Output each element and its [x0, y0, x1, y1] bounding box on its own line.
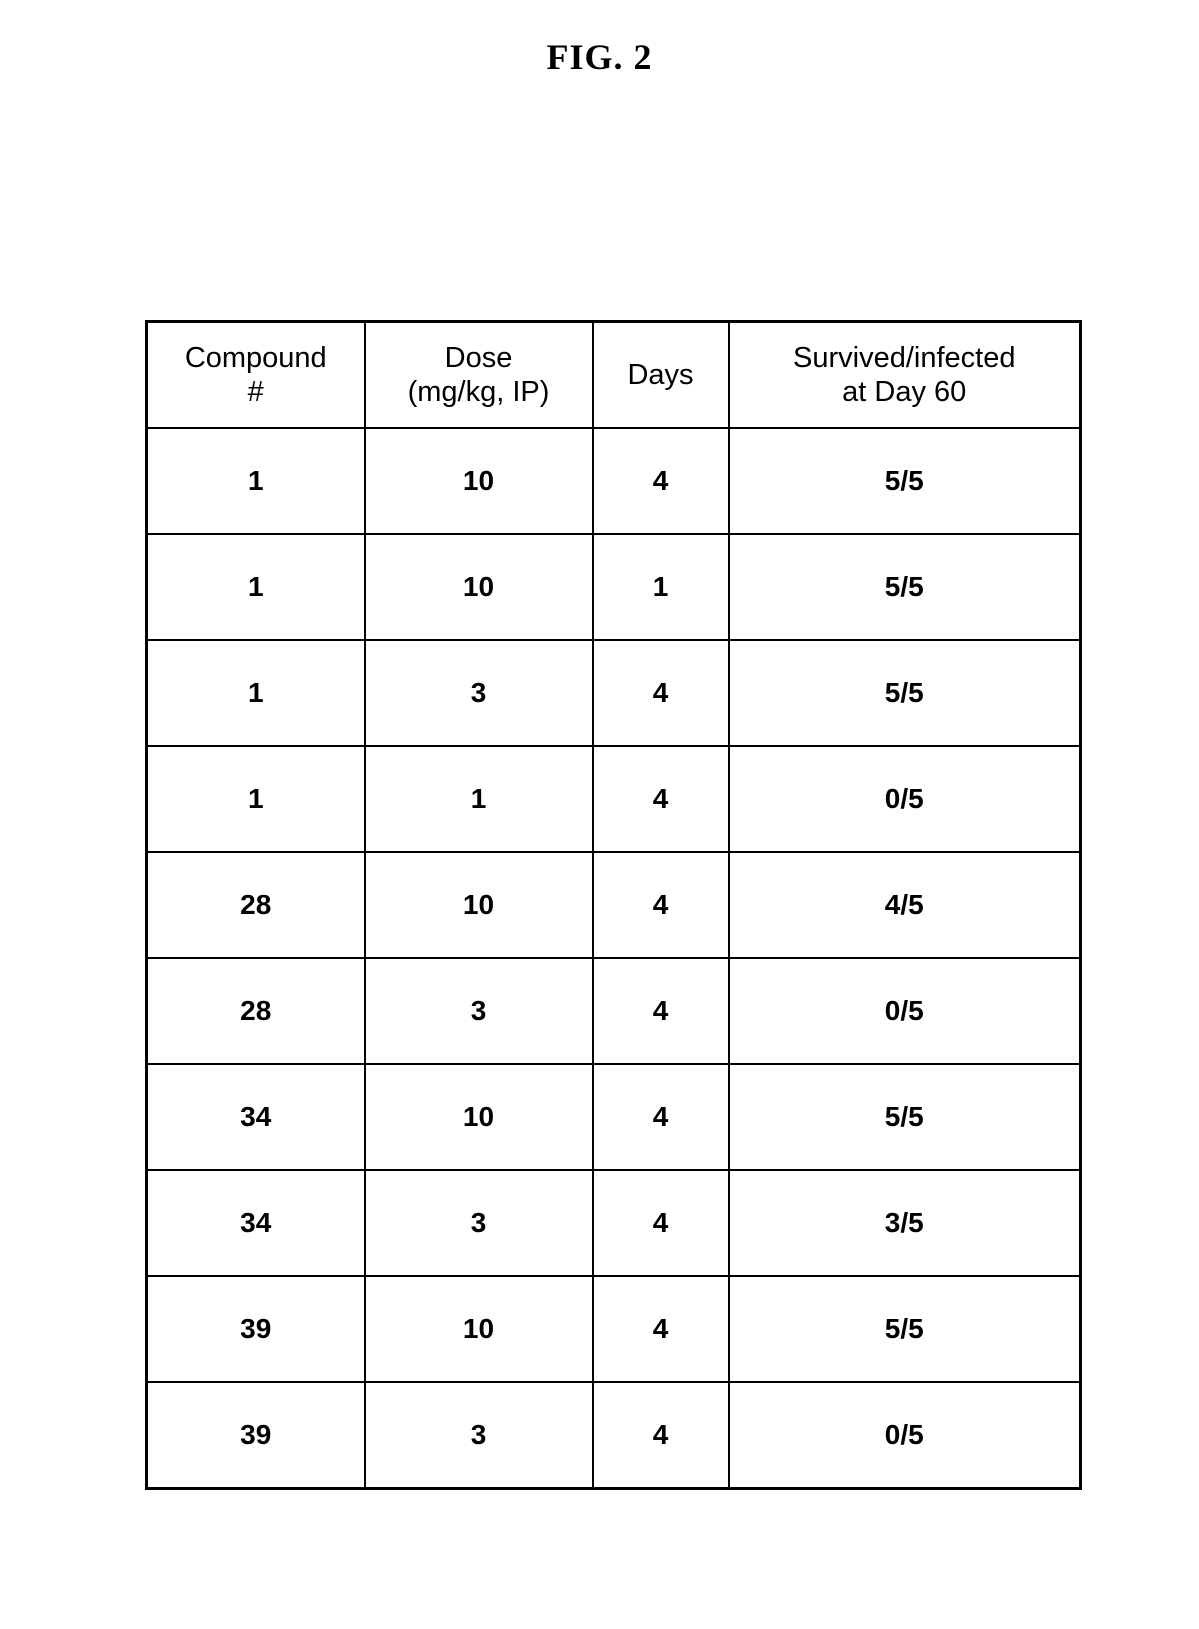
table-row: 39 3 4 0/5: [145, 1381, 1082, 1490]
cell-compound: 39: [145, 1275, 366, 1383]
cell-days: 4: [591, 1169, 730, 1277]
column-header-days-line1: Days: [627, 358, 694, 391]
cell-survived: 3/5: [727, 1169, 1082, 1277]
cell-dose: 3: [363, 1381, 594, 1490]
cell-dose: 10: [363, 1275, 594, 1383]
column-header-days: Days: [591, 320, 730, 429]
column-header-survived: Survived/infected at Day 60: [727, 320, 1082, 429]
cell-dose: 10: [363, 1063, 594, 1171]
cell-compound: 1: [145, 639, 366, 747]
table-row: 1 3 4 5/5: [145, 639, 1082, 747]
cell-survived: 5/5: [727, 1063, 1082, 1171]
column-header-survived-line1: Survived/infected: [793, 341, 1016, 374]
column-header-survived-line2: at Day 60: [842, 376, 967, 408]
cell-days: 1: [591, 533, 730, 641]
table-row: 39 10 4 5/5: [145, 1275, 1082, 1383]
results-table-container: Compound # Dose (mg/kg, IP) Days Survive…: [145, 320, 1082, 1490]
table-header-row: Compound # Dose (mg/kg, IP) Days Survive…: [145, 320, 1082, 429]
cell-days: 4: [591, 427, 730, 535]
cell-survived: 0/5: [727, 1381, 1082, 1490]
table-row: 1 10 4 5/5: [145, 427, 1082, 535]
cell-compound: 34: [145, 1063, 366, 1171]
cell-survived: 5/5: [727, 1275, 1082, 1383]
cell-compound: 1: [145, 533, 366, 641]
cell-dose: 3: [363, 639, 594, 747]
cell-survived: 5/5: [727, 639, 1082, 747]
cell-compound: 1: [145, 745, 366, 853]
cell-dose: 10: [363, 851, 594, 959]
figure-title: FIG. 2: [546, 37, 653, 77]
cell-days: 4: [591, 1275, 730, 1383]
cell-compound: 34: [145, 1169, 366, 1277]
table-body: 1 10 4 5/5 1 10 1 5/5 1 3 4 5/5 1 1 4 0/5 28 10 4 4/5 28 3 4 0/…: [145, 427, 1082, 1490]
column-header-dose-line1: Dose: [444, 341, 513, 374]
column-header-compound-line2: #: [247, 376, 264, 408]
cell-survived: 0/5: [727, 745, 1082, 853]
cell-days: 4: [591, 851, 730, 959]
cell-dose: 1: [363, 745, 594, 853]
cell-days: 4: [591, 745, 730, 853]
column-header-compound-line1: Compound: [184, 341, 327, 374]
cell-dose: 10: [363, 427, 594, 535]
table-row: 28 10 4 4/5: [145, 851, 1082, 959]
cell-days: 4: [591, 1381, 730, 1490]
cell-compound: 1: [145, 427, 366, 535]
cell-days: 4: [591, 639, 730, 747]
cell-dose: 3: [363, 1169, 594, 1277]
cell-compound: 28: [145, 957, 366, 1065]
cell-days: 4: [591, 1063, 730, 1171]
cell-dose: 10: [363, 533, 594, 641]
cell-survived: 5/5: [727, 533, 1082, 641]
table-header: Compound # Dose (mg/kg, IP) Days Survive…: [145, 320, 1082, 429]
table-row: 28 3 4 0/5: [145, 957, 1082, 1065]
table-row: 1 1 4 0/5: [145, 745, 1082, 853]
cell-survived: 4/5: [727, 851, 1082, 959]
cell-compound: 28: [145, 851, 366, 959]
table-row: 34 10 4 5/5: [145, 1063, 1082, 1171]
cell-dose: 3: [363, 957, 594, 1065]
column-header-compound: Compound #: [145, 320, 366, 429]
column-header-dose: Dose (mg/kg, IP): [363, 320, 594, 429]
cell-survived: 5/5: [727, 427, 1082, 535]
results-table: Compound # Dose (mg/kg, IP) Days Survive…: [145, 320, 1082, 1490]
cell-days: 4: [591, 957, 730, 1065]
table-row: 1 10 1 5/5: [145, 533, 1082, 641]
cell-survived: 0/5: [727, 957, 1082, 1065]
column-header-dose-line2: (mg/kg, IP): [407, 376, 550, 408]
table-row: 34 3 4 3/5: [145, 1169, 1082, 1277]
cell-compound: 39: [145, 1381, 366, 1490]
